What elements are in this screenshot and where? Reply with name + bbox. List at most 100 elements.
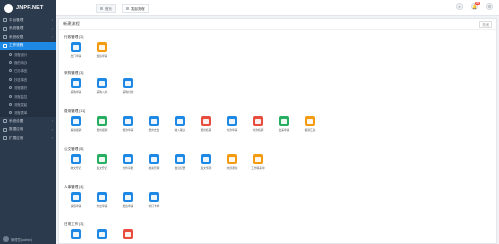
process-app[interactable]: 采购付款 [119,78,137,94]
tab-home[interactable]: 首页 [96,4,116,13]
form-icon [73,156,79,162]
app-label: 加班申请 [96,55,108,58]
form-icon [151,194,157,200]
submenu-item[interactable]: 流程监控 [0,92,56,100]
process-app[interactable]: 付款核销 [249,116,267,132]
process-app[interactable]: 外出申请 [93,192,111,208]
process-app[interactable]: 内部通知 [223,154,241,170]
form-icon [99,231,105,237]
process-app[interactable]: 收入确认 [171,116,189,132]
sidebar-item[interactable]: 平台管理 › [0,16,56,25]
form-icon [99,156,105,162]
sidebar-item[interactable]: 系统设置 › [0,117,56,126]
section-title: 行政管理 [2] [64,35,84,39]
process-app[interactable]: 会议纪要 [171,154,189,170]
app-icon [149,192,159,202]
form-icon [255,156,261,162]
submenu-item[interactable]: 我的待办 [0,58,56,66]
app-label: 差旅报销 [70,129,82,132]
process-app[interactable]: 出差申请 [275,116,293,132]
form-icon [99,194,105,200]
tab-new-process[interactable]: 发起流程 [122,4,149,13]
app-label: 出门申请 [70,55,82,58]
process-app[interactable]: 文件审批 [119,154,137,170]
submenu-item[interactable]: 已办事宜 [0,67,56,75]
sidebar-item[interactable]: 工作流程 › [0,41,56,50]
process-app[interactable]: 发文登记 [93,154,111,170]
process-app[interactable]: 借款申请 [119,116,137,132]
search-icon[interactable]: ⌕ [456,3,463,10]
process-app[interactable] [67,229,85,241]
process-app[interactable]: 差旅报销 [67,116,85,132]
sidebar-item-label: 平台管理 [9,17,24,22]
sidebar-footer[interactable]: 管理员(admin) [3,236,32,242]
form-icon [255,118,261,124]
process-app[interactable]: 出门申请 [67,42,85,58]
app-label: 报销汇总 [304,129,316,132]
submenu-icon [9,61,12,65]
process-section: 人事管理 [4] 请假申请 外出申请 加班申请 补打卡单 [64,185,163,208]
app-label: 收文登记 [70,167,82,170]
submenu-item[interactable]: 流程发起 [0,100,56,108]
app-icon [71,192,81,202]
app-icon [279,116,289,126]
settings-icon[interactable]: ⚙ [486,3,493,10]
app-label: 付款申请 [226,129,238,132]
process-app[interactable]: 采购申请 [67,78,85,94]
process-app[interactable]: 工作联系单 [249,154,267,170]
bell-icon[interactable]: 🔔 99 [471,1,480,10]
app-icon [175,116,185,126]
tab-label: 发起流程 [131,7,145,11]
section-title: 人事管理 [4] [64,185,84,189]
process-app[interactable]: 采购入库 [93,78,111,94]
process-app[interactable]: 费用核算 [197,116,215,132]
form-icon [151,156,157,162]
submenu-item-label: 抄送事宜 [14,77,28,82]
sidebar-item[interactable]: 系统管理 › [0,25,56,34]
process-app[interactable]: 档案管理 [145,154,163,170]
process-app[interactable]: 费用支出 [145,116,163,132]
app-icon [201,154,211,164]
process-app[interactable] [119,229,137,241]
app-label: 补打卡单 [148,205,160,208]
panel-header: 新建流程 关闭 [59,19,496,30]
process-app[interactable]: 加班申请 [119,192,137,208]
menu-icon [3,18,7,23]
sidebar-item[interactable]: 数据应用 › [0,126,56,135]
app-label: 发文传阅 [200,167,212,170]
top-icons: ⌕ 🔔 99 ⚙ [456,1,493,10]
sidebar-item[interactable]: 系统权限 › [0,33,56,42]
submenu-item[interactable]: 抄送事宜 [0,75,56,83]
submenu: 流程设计 我的待办 已办事宜抄送事宜流程委托 流程监控 流程发起 流程表单 [0,50,56,118]
app-icon [71,78,81,88]
submenu-icon [9,86,12,90]
close-button[interactable]: 关闭 [479,20,492,28]
process-app[interactable]: 报销汇总 [301,116,319,132]
app-label: 费用支出 [148,129,160,132]
process-app[interactable]: 发文传阅 [197,154,215,170]
app-label: 档案管理 [148,167,160,170]
logo[interactable]: JNPF.NET [0,0,56,16]
process-app[interactable]: 付款申请 [223,116,241,132]
app-label: 采购入库 [96,91,108,94]
form-icon [73,44,79,50]
section-title: 费用管理 [11] [64,109,86,113]
process-app[interactable]: 补打卡单 [145,192,163,208]
form-icon [281,118,287,124]
process-section: 公文管理 [8] 收文登记 发文登记 文件审批 档案管理 会议纪要 发文传阅 内部通知 工作联系… [64,147,267,170]
process-app[interactable]: 收文登记 [67,154,85,170]
process-app[interactable]: 加班申请 [93,42,111,58]
process-app[interactable]: 请假申请 [67,192,85,208]
process-app[interactable] [93,229,111,241]
submenu-item[interactable]: 流程设计 [0,50,56,58]
sidebar-item-label: 扩展应用 [9,135,24,140]
new-process-panel: 新建流程 关闭 行政管理 [2] 出门申请 加班申请 采购管理 [3] 采购申请 采购入库… [58,18,497,244]
sidebar-item[interactable]: 扩展应用 › [0,134,56,143]
process-app[interactable]: 费用报销 [93,116,111,132]
app-grid: 差旅报销 费用报销 借款申请 费用支出 收入确认 费用核算 付款申请 付款核销 出差申请 报销汇总 [64,116,319,132]
form-icon [307,118,313,124]
submenu-item[interactable]: 流程表单 [0,109,56,117]
app-grid [64,229,137,241]
submenu-item[interactable]: 流程委托 [0,84,56,92]
app-icon [97,116,107,126]
